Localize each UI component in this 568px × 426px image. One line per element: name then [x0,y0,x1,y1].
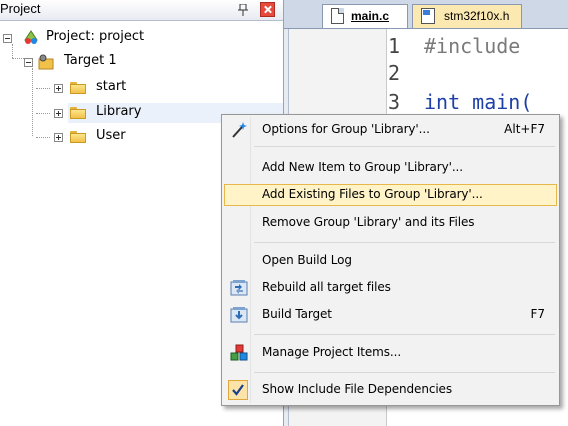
menu-item-label: Open Build Log [262,253,352,267]
folder-icon [70,82,86,94]
menu-separator [254,334,555,335]
checkmark-icon [232,384,244,396]
tree-line [36,88,50,89]
context-menu: Options for Group 'Library'... Alt+F7 Ad… [221,114,560,406]
menu-item-shortcut: F7 [530,307,545,321]
tree-line [36,113,50,114]
menu-item-remove-group[interactable]: Remove Group 'Library' and its Files [224,212,557,234]
menu-item-label: Add New Item to Group 'Library'... [262,160,463,174]
menu-item-label: Remove Group 'Library' and its Files [262,215,475,229]
menu-item-label: Build Target [262,307,332,321]
tree-label-project: Project: project [46,29,145,44]
expand-toggle[interactable] [54,109,63,118]
folder-icon [70,107,86,119]
menu-item-label: Add Existing Files to Group 'Library'... [262,187,483,201]
options-wand-icon [232,122,247,138]
expand-toggle[interactable] [54,133,63,142]
tree-node-target[interactable]: Target 1 [20,52,220,72]
menu-separator [254,242,555,243]
tree-node-group-start[interactable]: start [50,78,250,98]
line-number: 2 [387,61,400,85]
menu-item-options-for-group[interactable]: Options for Group 'Library'... Alt+F7 [224,119,557,141]
menu-item-open-build-log[interactable]: Open Build Log [224,250,557,272]
menu-item-label: Manage Project Items... [262,345,402,359]
tree-label-group: Library [96,104,142,119]
pin-icon[interactable] [238,4,248,16]
menu-item-manage-project-items[interactable]: Manage Project Items... [224,342,557,364]
code-line[interactable]: int main( [424,90,532,114]
tree-label-group: User [96,128,126,143]
collapse-toggle[interactable] [3,34,12,43]
line-number: 1 [387,34,400,58]
target-icon [38,54,54,70]
checked-indicator [228,380,248,400]
menu-item-label: Rebuild all target files [262,280,391,294]
menu-separator [254,372,555,373]
tree-label-group: start [96,79,127,94]
menu-item-build-target[interactable]: Build Target F7 [224,304,557,326]
menu-item-add-new-item[interactable]: Add New Item to Group 'Library'... [224,157,557,179]
menu-item-add-existing-files[interactable]: Add Existing Files to Group 'Library'... [224,184,557,206]
tree-node-group-user[interactable]: User [50,127,250,147]
line-number: 3 [387,90,400,114]
tree-node-group-library[interactable]: Library [50,103,250,123]
tree-label-target: Target 1 [64,53,117,68]
expand-toggle[interactable] [54,84,63,93]
tree-node-project[interactable]: Project: project [0,28,200,48]
menu-item-label: Options for Group 'Library'... [262,122,430,136]
collapse-toggle[interactable] [24,58,33,67]
tab-label: main.c [351,9,390,23]
c-file-icon [331,8,344,24]
header-file-icon [421,8,435,24]
menu-item-label: Show Include File Dependencies [262,382,452,396]
tab-main-c[interactable]: main.c [322,4,408,28]
project-icon [24,30,38,44]
rebuild-icon [230,280,248,296]
project-panel-title: Project [0,1,41,16]
tab-label: stm32f10x.h [444,9,510,23]
menu-item-show-include-deps[interactable]: Show Include File Dependencies [224,379,557,401]
build-icon [230,307,248,323]
tree-line [36,137,50,138]
folder-icon [70,131,86,143]
menu-separator [254,146,555,147]
manage-items-icon [230,344,248,361]
tree-line [32,68,33,136]
menu-item-shortcut: Alt+F7 [504,122,545,136]
close-panel-button[interactable] [260,2,275,17]
code-line[interactable]: #include [424,34,520,58]
tab-stm32f10x-h[interactable]: stm32f10x.h [412,4,522,28]
project-panel-titlebar: Project [0,0,283,21]
menu-item-rebuild-all[interactable]: Rebuild all target files [224,277,557,299]
editor-tab-strip: main.c stm32f10x.h [284,0,568,29]
